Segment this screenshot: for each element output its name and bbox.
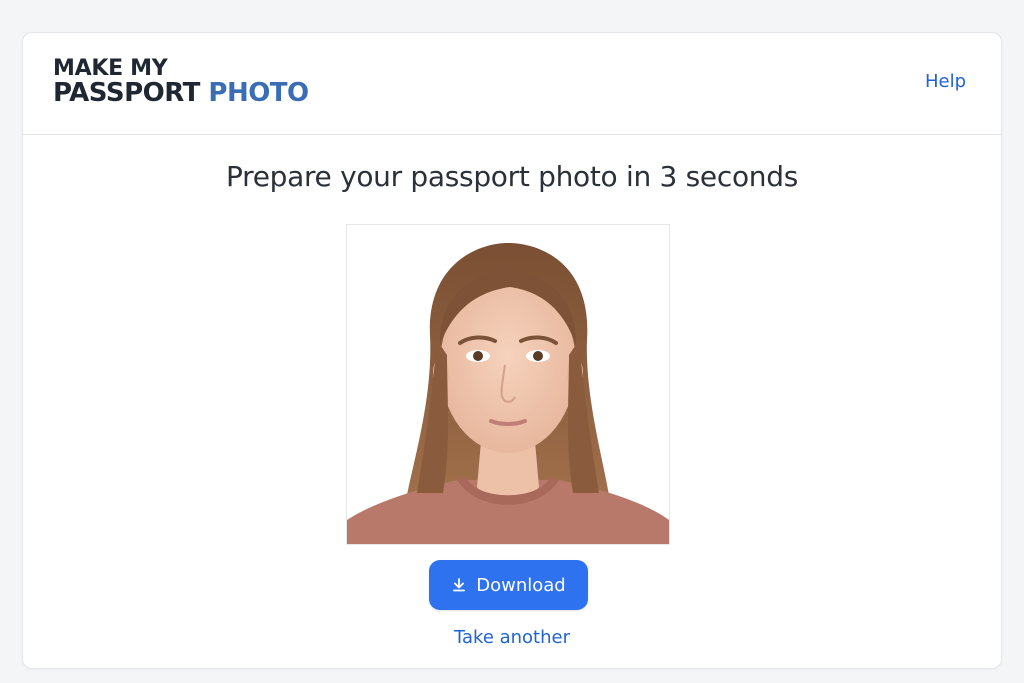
- download-icon: [451, 577, 467, 593]
- header: MAKE MY PASSPORT PHOTO Help: [23, 33, 1001, 135]
- logo-passport: PASSPORT: [53, 78, 200, 108]
- take-another-link[interactable]: Take another: [23, 627, 1001, 648]
- main-card: MAKE MY PASSPORT PHOTO Help Prepare your…: [22, 32, 1002, 669]
- download-button[interactable]: Download: [429, 560, 588, 610]
- portrait-illustration: [347, 225, 669, 544]
- logo-photo: PHOTO: [208, 78, 309, 108]
- download-label: Download: [476, 574, 566, 596]
- logo-line2: PASSPORT PHOTO: [53, 78, 309, 108]
- help-link[interactable]: Help: [925, 71, 966, 92]
- passport-photo: [346, 224, 670, 545]
- logo[interactable]: MAKE MY PASSPORT PHOTO: [53, 57, 309, 108]
- page-title: Prepare your passport photo in 3 seconds: [226, 160, 798, 193]
